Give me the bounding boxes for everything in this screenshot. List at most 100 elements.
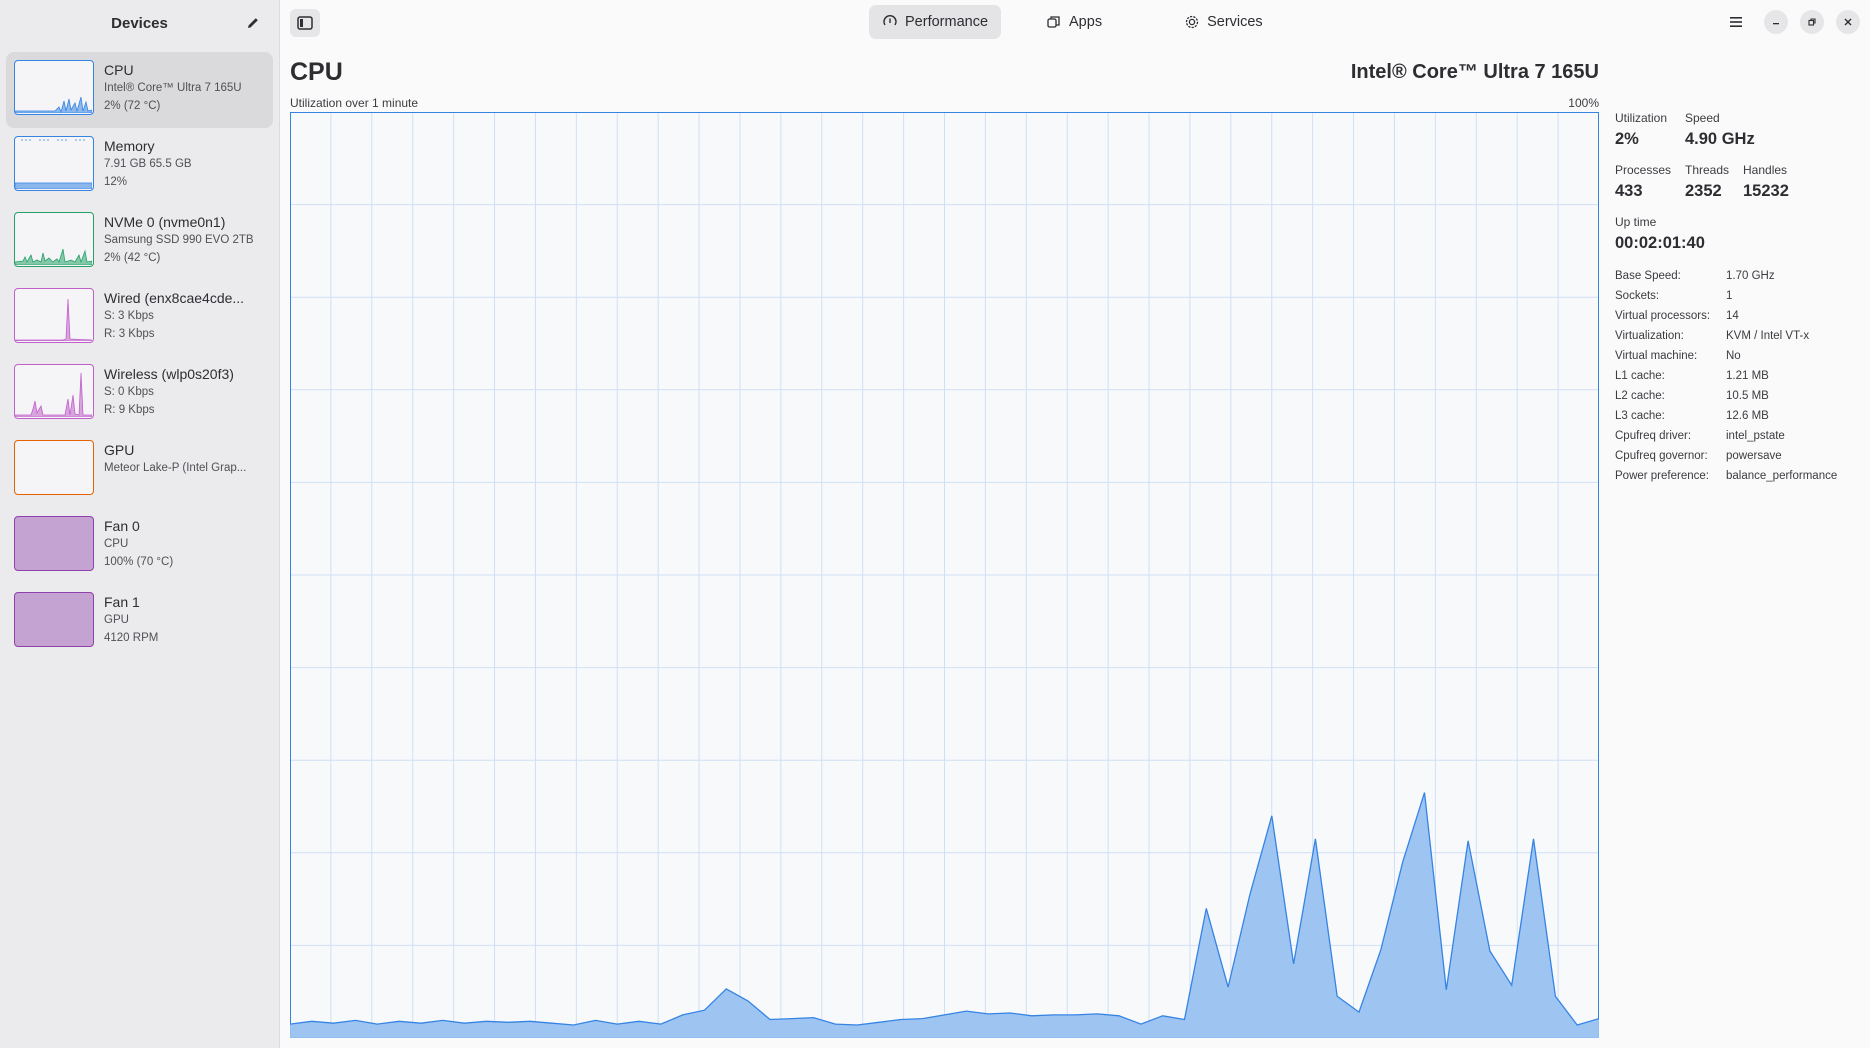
edit-button[interactable] (241, 12, 265, 34)
device-detail: S: 3 Kbps (104, 310, 154, 322)
minimize-icon (1773, 23, 1779, 25)
minimize-button[interactable] (1764, 10, 1788, 34)
sparkline-area (15, 96, 93, 114)
property-row: Cpufreq driver: intel_pstate (1615, 426, 1870, 446)
tab-performance[interactable]: Performance (869, 5, 1002, 39)
device-detail: 7.91 GB 65.5 GB (104, 158, 192, 170)
device-thumbnail (14, 440, 94, 495)
uptime-value: 00:02:01:40 (1615, 234, 1705, 252)
property-key: L3 cache: (1615, 410, 1665, 422)
processes-label: Processes (1615, 163, 1672, 177)
view-switcher: Performance Apps Services (869, 5, 1276, 39)
cpu-model-name: Intel® Core™ Ultra 7 165U (1350, 61, 1599, 83)
device-info: Fan 1 GPU 4120 RPM (104, 592, 256, 647)
device-detail: 100% (70 °C) (104, 556, 174, 568)
device-name: Memory (104, 138, 155, 154)
device-thumbnail (14, 592, 94, 647)
device-item[interactable]: GPU Meteor Lake-P (Intel Grap... (6, 432, 273, 508)
property-key: Cpufreq driver: (1615, 430, 1692, 442)
utilization-stat: Utilization 2% (1615, 110, 1671, 150)
property-row: L1 cache: 1.21 MB (1615, 366, 1870, 386)
property-row: Virtual processors: 14 (1615, 306, 1870, 326)
tab-services[interactable]: Services (1171, 5, 1276, 39)
property-key: Cpufreq governor: (1615, 450, 1708, 462)
property-value: intel_pstate (1726, 430, 1785, 442)
tab-apps[interactable]: Apps (1033, 5, 1115, 39)
handles-value: 15232 (1743, 182, 1789, 200)
handles-stat: Handles 15232 (1743, 162, 1789, 202)
device-name: GPU (104, 442, 135, 458)
cpu-utilization-graph (290, 112, 1599, 1038)
sidebar-toggle-icon (297, 16, 313, 30)
device-info: CPU Intel® Core™ Ultra 7 165U 2% (72 °C) (104, 60, 256, 115)
property-row: Virtual machine: No (1615, 346, 1870, 366)
apps-icon (1047, 16, 1060, 28)
processes-stat: Processes 433 (1615, 162, 1671, 202)
threads-value: 2352 (1685, 182, 1722, 200)
tab-label: Performance (905, 14, 989, 30)
property-row: Cpufreq governor: powersave (1615, 446, 1870, 466)
sparkline-icon (15, 441, 92, 493)
device-name: Fan 0 (104, 518, 140, 534)
utilization-value: 2% (1615, 130, 1639, 148)
sidebar-toggle-button[interactable] (290, 9, 320, 37)
device-item[interactable]: NVMe 0 (nvme0n1) Samsung SSD 990 EVO 2TB 2… (6, 204, 273, 280)
property-value: powersave (1726, 450, 1782, 462)
property-value: 12.6 MB (1726, 410, 1769, 422)
sparkline-icon (15, 139, 93, 190)
property-key: L1 cache: (1615, 370, 1665, 382)
property-key: Power preference: (1615, 470, 1709, 482)
sparkline-icon (15, 96, 93, 114)
device-item[interactable]: Fan 1 GPU 4120 RPM (6, 584, 273, 660)
tab-label: Apps (1069, 14, 1103, 30)
property-value: KVM / Intel VT-x (1726, 330, 1810, 342)
property-key: Virtualization: (1615, 330, 1684, 342)
property-row: L3 cache: 12.6 MB (1615, 406, 1870, 426)
device-item[interactable]: Fan 0 CPU 100% (70 °C) (6, 508, 273, 584)
processes-value: 433 (1615, 182, 1643, 200)
maximize-button[interactable] (1800, 10, 1824, 34)
close-button[interactable] (1836, 10, 1860, 34)
property-key: L2 cache: (1615, 390, 1665, 402)
device-name: NVMe 0 (nvme0n1) (104, 214, 226, 230)
device-item[interactable]: Wired (enx8cae4cde... S: 3 Kbps R: 3 Kbps (6, 280, 273, 356)
property-row: Power preference: balance_performance (1615, 466, 1870, 486)
property-value: 14 (1726, 310, 1739, 322)
property-row: Base Speed: 1.70 GHz (1615, 266, 1870, 286)
sparkline-icon (15, 298, 93, 342)
hamburger-menu-icon (1730, 17, 1742, 27)
property-key: Base Speed: (1615, 270, 1681, 282)
property-value: No (1726, 350, 1741, 362)
main-menu-button[interactable] (1724, 10, 1748, 34)
graph-max-label: 100% (1568, 96, 1599, 110)
sparkline-icon (15, 372, 93, 418)
gear-icon (1185, 15, 1199, 29)
device-name: CPU (104, 62, 134, 78)
device-detail: CPU (104, 538, 129, 550)
device-item[interactable]: Wireless (wlp0s20f3) S: 0 Kbps R: 9 Kbps (6, 356, 273, 432)
speed-value: 4.90 GHz (1685, 130, 1755, 148)
device-thumbnail (14, 364, 94, 419)
device-info: Fan 0 CPU 100% (70 °C) (104, 516, 256, 571)
device-name: Fan 1 (104, 594, 140, 610)
device-item[interactable]: CPU Intel® Core™ Ultra 7 165U 2% (72 °C) (6, 52, 273, 128)
device-info: Memory 7.91 GB 65.5 GB 12% (104, 136, 256, 191)
pencil-icon (248, 18, 258, 28)
device-detail: 2% (42 °C) (104, 252, 161, 264)
sidebar: Devices CPU Intel® Core™ Ultra 7 165U 2% (… (0, 0, 280, 1048)
tab-label: Services (1207, 14, 1263, 30)
sparkline-area (15, 372, 93, 418)
threads-stat: Threads 2352 (1685, 162, 1729, 202)
handles-label: Handles (1743, 163, 1788, 177)
device-item[interactable]: Memory 7.91 GB 65.5 GB 12% (6, 128, 273, 204)
sparkline-icon (15, 593, 92, 645)
property-row: Virtualization: KVM / Intel VT-x (1615, 326, 1870, 346)
device-thumbnail (14, 136, 94, 191)
device-info: NVMe 0 (nvme0n1) Samsung SSD 990 EVO 2TB 2… (104, 212, 256, 267)
speed-label: Speed (1685, 111, 1720, 125)
device-detail: GPU (104, 614, 129, 626)
cpu-properties: Base Speed: 1.70 GHz Sockets: 1 Virtual proc… (1615, 266, 1870, 486)
property-key: Virtual machine: (1615, 350, 1698, 362)
device-detail: R: 9 Kbps (104, 404, 155, 416)
property-row: L2 cache: 10.5 MB (1615, 386, 1870, 406)
